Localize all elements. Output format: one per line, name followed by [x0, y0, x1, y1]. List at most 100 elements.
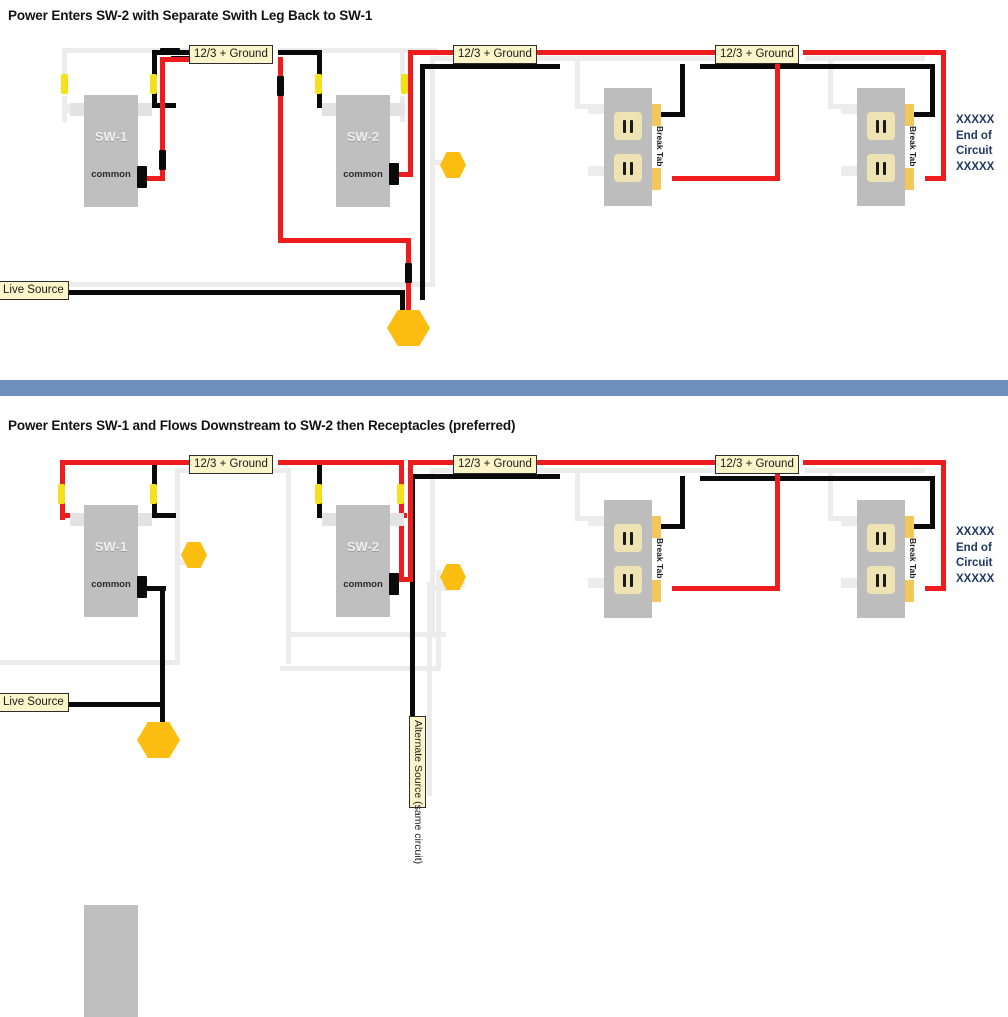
- receptacle-2[interactable]: [857, 500, 905, 618]
- switch-2-body[interactable]: SW-2 common: [336, 505, 390, 617]
- ground-wire: [286, 632, 446, 637]
- switch-1-common-label: common: [91, 579, 131, 590]
- switch-1-common-label: common: [91, 169, 131, 180]
- outlet-slot: [623, 532, 626, 545]
- break-tab-label-1: Break Tab: [655, 126, 665, 167]
- eoc-line: End of: [956, 541, 992, 554]
- outlet-slot: [876, 532, 879, 545]
- outlet-slot: [876, 574, 879, 587]
- eoc-line: XXXXX: [956, 526, 995, 538]
- switch-2-common-label: common: [343, 169, 383, 180]
- black-wire: [700, 476, 810, 481]
- outlet-slot: [883, 574, 886, 587]
- black-wire: [930, 64, 935, 116]
- black-wire: [452, 64, 560, 69]
- black-wire: [420, 64, 454, 69]
- ground-terminal-yellow: [315, 74, 322, 94]
- ground-wire: [0, 660, 180, 665]
- wire-nut-icon: [440, 152, 466, 178]
- switch-1[interactable]: [84, 905, 138, 1017]
- black-wire: [64, 702, 164, 707]
- ground-wire: [805, 468, 925, 473]
- switch-1-label: SW-1: [94, 539, 128, 554]
- red-wire: [408, 50, 413, 175]
- wire-marker: [405, 263, 412, 283]
- wire-nut-icon: [387, 310, 430, 346]
- black-wire: [805, 476, 935, 481]
- switch-1[interactable]: SW-1 common: [84, 95, 138, 207]
- switch-2-label: SW-2: [346, 539, 380, 554]
- outlet-slot: [876, 120, 879, 133]
- switch-2[interactable]: SW-2 common: [336, 95, 390, 207]
- diagram-2-title: Power Enters SW-1 and Flows Downstream t…: [8, 418, 516, 433]
- receptacle-1-outlet-top: [614, 524, 642, 552]
- receptacle-1[interactable]: [604, 500, 652, 618]
- break-tab-label-2: Break Tab: [908, 538, 918, 579]
- wire-marker: [159, 150, 166, 170]
- red-wire: [925, 176, 946, 181]
- red-wire: [803, 50, 946, 55]
- eoc-line: XXXXX: [956, 160, 995, 173]
- black-wire: [152, 513, 176, 518]
- live-source-label: Live Source: [0, 281, 69, 300]
- black-wire: [410, 474, 456, 479]
- receptacle-1[interactable]: [604, 88, 652, 206]
- cable-label-2: 12/3 + Ground: [453, 455, 537, 474]
- ground-wire: [805, 56, 925, 61]
- red-wire: [941, 460, 946, 590]
- ground-terminal-yellow: [150, 74, 157, 94]
- red-wire: [672, 176, 780, 181]
- receptacle-2-outlet-top: [867, 524, 895, 552]
- section-divider: [0, 380, 1008, 396]
- outlet-slot: [883, 120, 886, 133]
- end-of-circuit-note: XXXXX End of Circuit XXXXX: [956, 525, 994, 587]
- outlet-slot: [883, 162, 886, 175]
- switch-1-common-terminal: [137, 166, 147, 188]
- receptacle-2-brass-screw-top: [905, 516, 914, 538]
- diagram-power-enters-sw1: Power Enters SW-1 and Flows Downstream t…: [0, 400, 1008, 1017]
- red-wire: [775, 460, 780, 590]
- receptacle-1-outlet-top: [614, 112, 642, 140]
- ground-terminal-yellow: [61, 74, 68, 94]
- receptacle-2-outlet-top: [867, 112, 895, 140]
- black-wire: [400, 290, 405, 312]
- outlet-slot: [630, 120, 633, 133]
- black-wire: [278, 50, 322, 55]
- outlet-slot: [623, 574, 626, 587]
- black-wire: [680, 64, 685, 116]
- break-tab-label-2: Break Tab: [908, 126, 918, 167]
- receptacle-1-brass-screw-bottom: [652, 168, 661, 190]
- diagram-1-title: Power Enters SW-2 with Separate Swith Le…: [8, 8, 373, 23]
- ground-terminal-yellow: [397, 484, 404, 504]
- switch-2-label: SW-2: [346, 129, 380, 144]
- wire-nut-icon: [137, 722, 180, 758]
- receptacle-2-outlet-bottom: [867, 566, 895, 594]
- eoc-line: XXXXX: [956, 114, 995, 126]
- ground-terminal-yellow: [58, 484, 65, 504]
- black-wire: [420, 64, 425, 300]
- cable-label-3: 12/3 + Ground: [715, 455, 799, 474]
- switch-2-common-terminal: [389, 573, 399, 595]
- eoc-line: Circuit: [956, 557, 993, 569]
- black-wire: [160, 586, 165, 734]
- black-wire: [680, 476, 685, 528]
- live-source-label: Live Source: [0, 693, 69, 712]
- red-wire: [941, 50, 946, 180]
- ground-wire: [575, 472, 580, 520]
- receptacle-1-brass-screw-top: [652, 516, 661, 538]
- ground-wire: [280, 666, 440, 671]
- receptacle-2-brass-screw-top: [905, 104, 914, 126]
- receptacle-1-outlet-bottom: [614, 154, 642, 182]
- red-wire: [398, 172, 413, 177]
- black-wire: [452, 474, 560, 479]
- cable-label-1: 12/3 + Ground: [189, 455, 273, 474]
- outlet-slot: [630, 574, 633, 587]
- outlet-slot: [630, 532, 633, 545]
- red-wire: [60, 460, 194, 465]
- cable-label-2: 12/3 + Ground: [453, 45, 537, 64]
- receptacle-1-outlet-bottom: [614, 566, 642, 594]
- receptacle-2-outlet-bottom: [867, 154, 895, 182]
- eoc-line: Circuit: [956, 145, 993, 157]
- receptacle-2[interactable]: [857, 88, 905, 206]
- switch-1-body[interactable]: SW-1 common: [84, 505, 138, 617]
